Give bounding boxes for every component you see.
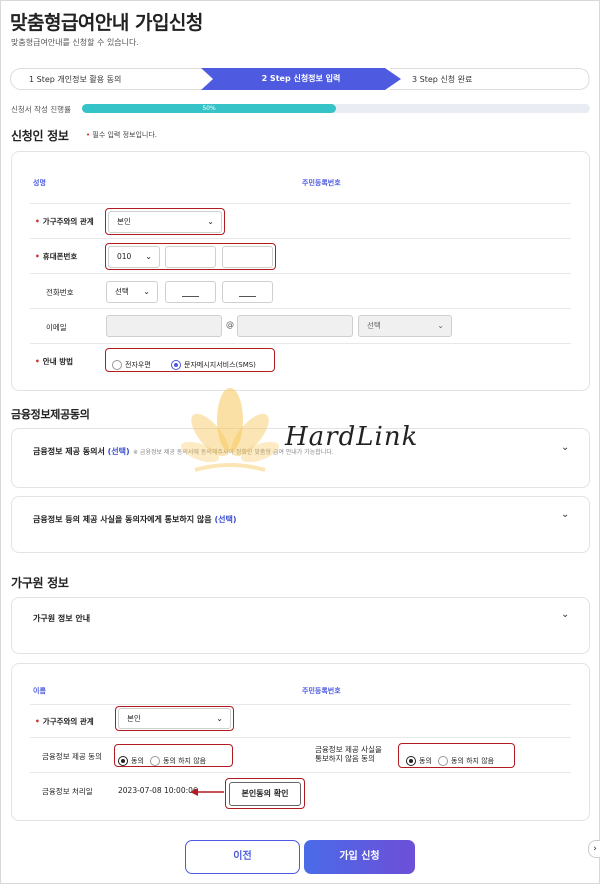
step-1: 1 Step 개인정보 활용 동의 bbox=[10, 68, 206, 90]
phone-prefix-select[interactable]: 선택 ⌄ bbox=[106, 281, 158, 303]
relation-label: • 가구주와의 관계 bbox=[35, 217, 94, 226]
prev-button[interactable]: 이전 bbox=[185, 840, 300, 874]
mobile-label: • 휴대폰번호 bbox=[35, 252, 78, 261]
email-label: 이메일 bbox=[46, 323, 67, 332]
page-subtitle: 맞춤형급여안내를 신청할 수 있습니다. bbox=[11, 38, 139, 47]
step-3: 3 Step 신청 완료 bbox=[390, 68, 590, 90]
divider bbox=[30, 772, 571, 773]
required-note: • 필수 입력 정보입니다. bbox=[86, 131, 158, 139]
phone-middle-input[interactable] bbox=[165, 281, 216, 303]
watermark-text: HardLink bbox=[285, 422, 419, 452]
divider bbox=[30, 238, 571, 239]
processed-value: 2023-07-08 10:00:06 bbox=[118, 786, 198, 795]
divider bbox=[30, 737, 571, 738]
divider bbox=[30, 704, 571, 705]
arrow-left-icon bbox=[190, 783, 226, 802]
highlight-box bbox=[105, 243, 276, 270]
col-rrn: 주민등록번호 bbox=[302, 179, 341, 187]
chevron-down-icon[interactable]: ⌄ bbox=[561, 442, 569, 453]
highlight-box bbox=[105, 348, 275, 372]
highlight-box bbox=[114, 744, 233, 767]
applicant-card bbox=[11, 151, 590, 391]
email-id-input[interactable] bbox=[106, 315, 222, 337]
highlight-box bbox=[398, 743, 515, 768]
step-3-cap bbox=[570, 68, 590, 90]
email-domain-input[interactable] bbox=[237, 315, 353, 337]
consent1-title: 금융정보 제공 동의서 (선택) bbox=[33, 447, 130, 456]
fin-consent-label: 금융정보 제공 동의 bbox=[42, 752, 102, 761]
highlight-box bbox=[105, 208, 225, 235]
divider bbox=[30, 273, 571, 274]
household-info-card[interactable] bbox=[11, 597, 590, 654]
notify-label: • 안내 방법 bbox=[35, 357, 74, 366]
chevron-down-icon[interactable]: ⌄ bbox=[561, 509, 569, 520]
chevron-down-icon: ⌄ bbox=[437, 321, 444, 330]
email-at: @ bbox=[226, 320, 234, 329]
phone-last-input[interactable] bbox=[222, 281, 273, 303]
chevron-down-icon[interactable]: ⌄ bbox=[561, 609, 569, 620]
email-domain-select[interactable]: 선택 ⌄ bbox=[358, 315, 452, 337]
required-note-text: 필수 입력 정보입니다. bbox=[92, 131, 158, 139]
divider bbox=[30, 203, 571, 204]
household-section-title: 가구원 정보 bbox=[11, 576, 69, 590]
phone-label: 전화번호 bbox=[46, 288, 74, 297]
lotus-watermark-icon bbox=[180, 380, 280, 484]
highlight-box bbox=[115, 706, 234, 731]
divider bbox=[30, 343, 571, 344]
consent2-title: 금융정보 등의 제공 사실을 동의자에게 통보하지 않음 (선택) bbox=[33, 515, 237, 524]
member-relation-label: • 가구주와의 관계 bbox=[35, 717, 94, 726]
divider bbox=[30, 308, 571, 309]
submit-button[interactable]: 가입 신청 bbox=[304, 840, 415, 874]
applicant-section-title: 신청인 정보 bbox=[11, 129, 69, 143]
step-2-active: 2 Step 신청정보 입력 bbox=[201, 68, 401, 90]
page-title: 맞춤형급여안내 가입신청 bbox=[10, 12, 203, 34]
notify-consent-label: 금융정보 제공 사실을 통보하지 않음 동의 bbox=[315, 745, 382, 763]
financial-section-title: 금융정보제공동의 bbox=[11, 408, 90, 421]
col-name: 이름 bbox=[33, 687, 46, 695]
processed-label: 금융정보 처리일 bbox=[42, 787, 93, 796]
col-rrn: 주민등록번호 bbox=[302, 687, 341, 695]
progress-label: 신청서 작성 진행률 bbox=[11, 105, 71, 114]
step-indicator: 1 Step 개인정보 활용 동의 3 Step 신청 완료 2 Step 신청… bbox=[10, 68, 590, 90]
side-tab-icon[interactable]: › bbox=[588, 840, 600, 858]
col-name: 성명 bbox=[33, 179, 46, 187]
household-info-title: 가구원 정보 안내 bbox=[33, 614, 91, 623]
highlight-box bbox=[225, 778, 305, 809]
chevron-down-icon: ⌄ bbox=[143, 287, 150, 296]
progress-fill: 50% bbox=[82, 104, 336, 113]
